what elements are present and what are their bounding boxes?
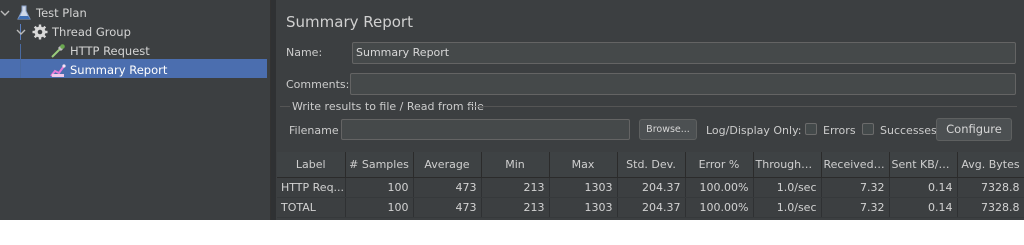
log-display-label: Log/Display Only: xyxy=(706,124,802,137)
table-cell: 7.32 xyxy=(821,197,890,218)
group-border xyxy=(280,106,290,107)
table-cell: 100.00% xyxy=(685,197,754,218)
column-header[interactable]: Min xyxy=(481,152,550,178)
table-cell: 1303 xyxy=(549,197,618,218)
table-row[interactable]: HTTP Req... 100 473 213 1303 204.37 100.… xyxy=(277,177,1024,198)
table-row[interactable]: TOTAL 100 473 213 1303 204.37 100.00% 1.… xyxy=(277,197,1024,218)
flask-icon xyxy=(17,5,31,19)
column-header[interactable]: Avg. Bytes xyxy=(957,152,1024,178)
name-field[interactable]: Summary Report xyxy=(352,42,1016,64)
table-cell: 473 xyxy=(413,177,482,198)
table-cell: 213 xyxy=(481,177,550,198)
chevron-down-icon[interactable] xyxy=(0,8,10,18)
table-cell: 213 xyxy=(481,197,550,218)
column-header[interactable]: Max xyxy=(549,152,618,178)
column-header[interactable]: Std. Dev. xyxy=(617,152,686,178)
table-cell: 1303 xyxy=(549,177,618,198)
table-cell: 1.0/sec xyxy=(753,197,822,218)
column-header[interactable]: # Samples xyxy=(345,152,414,178)
comments-label: Comments: xyxy=(286,78,350,91)
table-header: Label # Samples Average Min Max Std. Dev… xyxy=(277,152,1024,178)
successes-label: Successes xyxy=(880,124,937,137)
table-cell: 100 xyxy=(345,197,414,218)
tree-item-label: Summary Report xyxy=(70,62,168,77)
results-table[interactable]: Label # Samples Average Min Max Std. Dev… xyxy=(277,152,1024,220)
jmeter-window: Test Plan Thread Group HTTP Request Summ… xyxy=(0,0,1024,220)
tree-item-thread-group[interactable]: Thread Group xyxy=(16,22,131,41)
chevron-down-icon[interactable] xyxy=(16,27,26,37)
comments-field[interactable] xyxy=(350,73,1016,95)
table-cell: 204.37 xyxy=(617,177,686,198)
tree-item-label: HTTP Request xyxy=(70,43,150,58)
table-cell: 473 xyxy=(413,197,482,218)
gear-icon xyxy=(32,24,48,39)
group-title: Write results to file / Read from file xyxy=(292,100,484,113)
errors-label: Errors xyxy=(823,124,856,137)
table-cell: HTTP Req... xyxy=(277,177,346,198)
filename-label: Filename xyxy=(289,124,339,137)
table-cell: 204.37 xyxy=(617,197,686,218)
group-border xyxy=(468,106,1017,107)
column-header[interactable]: Average xyxy=(413,152,482,178)
page-title: Summary Report xyxy=(286,13,413,31)
table-cell: 7328.8 xyxy=(957,197,1024,218)
tree-item-label: Thread Group xyxy=(52,24,131,39)
table-cell: 7328.8 xyxy=(957,177,1024,198)
browse-button[interactable]: Browse... xyxy=(639,119,697,140)
pipette-icon xyxy=(51,43,65,58)
table-cell: 0.14 xyxy=(889,177,958,198)
column-header[interactable]: Received ... xyxy=(821,152,890,178)
column-header[interactable]: Throughput xyxy=(753,152,822,178)
table-cell: 0.14 xyxy=(889,197,958,218)
column-header[interactable]: Error % xyxy=(685,152,754,178)
table-cell: TOTAL xyxy=(277,197,346,218)
tree-item-test-plan[interactable]: Test Plan xyxy=(0,3,87,22)
tree-item-summary-report[interactable]: Summary Report xyxy=(50,60,167,79)
table-cell: 100.00% xyxy=(685,177,754,198)
name-label: Name: xyxy=(286,46,323,59)
tree-item-http-request[interactable]: HTTP Request xyxy=(50,41,150,60)
tree-item-label: Test Plan xyxy=(36,5,87,20)
column-header[interactable]: Sent KB/sec xyxy=(889,152,958,178)
tree-guide-line xyxy=(20,44,21,78)
table-cell: 1.0/sec xyxy=(753,177,822,198)
configure-button[interactable]: Configure xyxy=(936,118,1012,141)
test-plan-tree: Test Plan Thread Group HTTP Request Summ… xyxy=(0,0,270,220)
table-cell: 7.32 xyxy=(821,177,890,198)
column-header[interactable]: Label xyxy=(277,152,346,178)
errors-checkbox[interactable] xyxy=(805,123,817,135)
filename-field[interactable] xyxy=(341,119,630,140)
table-cell: 100 xyxy=(345,177,414,198)
successes-checkbox[interactable] xyxy=(862,123,874,135)
chart-icon xyxy=(50,63,66,77)
